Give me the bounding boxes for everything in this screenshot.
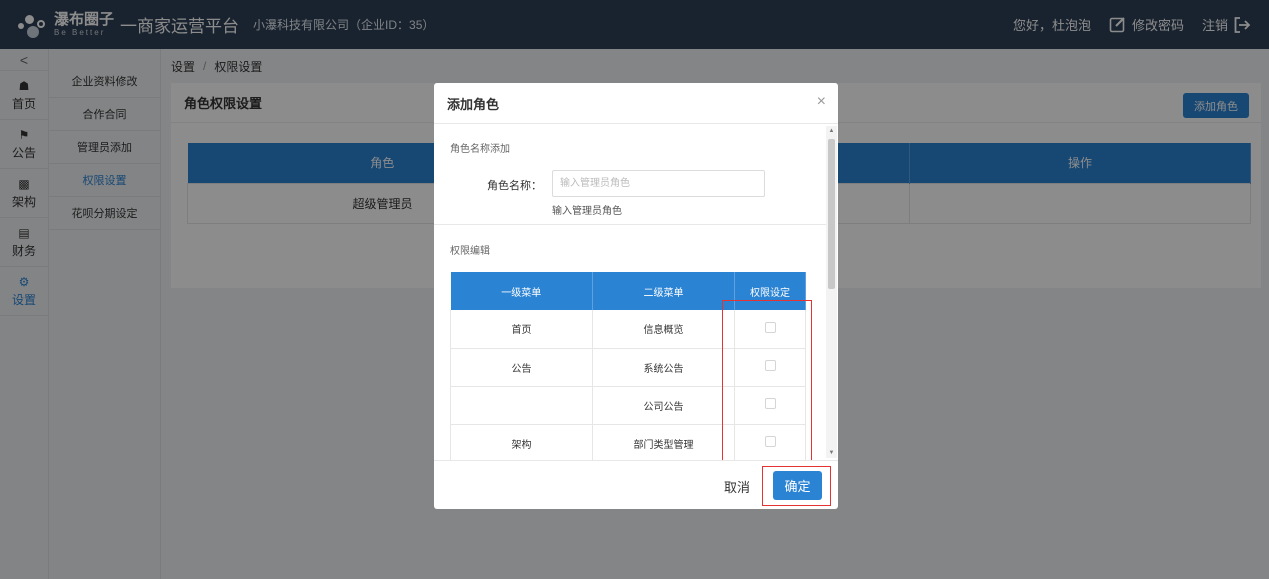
scroll-up-icon[interactable]: ▲ [826, 126, 837, 136]
permission-checkbox[interactable] [764, 398, 776, 409]
column-header: 一级菜单 [450, 272, 593, 310]
role-name-hint: 输入管理员角色 [552, 206, 622, 217]
table-cell: 架构 [450, 424, 593, 460]
add-role-dialog: 添加角色 × 角色名称添加 角色名称： 输入管理员角色 权限编辑 一级菜单 二级… [434, 83, 838, 509]
close-icon[interactable]: × [817, 94, 826, 110]
dialog-title: 添加角色 [434, 83, 838, 124]
role-name-input[interactable] [552, 170, 765, 197]
table-cell: 公司公告 [592, 386, 735, 425]
role-name-label: 角色名称： [487, 180, 542, 192]
scroll-thumb[interactable] [828, 139, 835, 289]
app-root: 瀑布圈子 Be Better 一商家运营平台 小瀑科技有限公司（企业ID：35）… [0, 0, 1269, 579]
table-cell [450, 386, 593, 425]
permission-checkbox[interactable] [764, 436, 776, 447]
dialog-scrollbar[interactable]: ▲ ▼ [826, 126, 837, 458]
scroll-down-icon[interactable]: ▼ [826, 448, 837, 458]
cancel-button[interactable]: 取消 [724, 477, 750, 496]
divider [434, 224, 826, 225]
dialog-body: 角色名称添加 角色名称： 输入管理员角色 权限编辑 一级菜单 二级菜单 权限设定 [434, 124, 826, 460]
dialog-footer: 取消 确定 [434, 460, 838, 509]
table-row: 公司公告 [450, 386, 806, 425]
perm-section-title: 权限编辑 [450, 246, 490, 257]
table-cell: 首页 [450, 310, 593, 349]
table-cell: 系统公告 [592, 348, 735, 387]
permission-cell [734, 424, 806, 460]
table-cell: 公告 [450, 348, 593, 387]
table-row: 首页 信息概览 [450, 310, 806, 349]
column-header: 二级菜单 [592, 272, 735, 310]
permission-cell [734, 386, 806, 425]
permission-checkbox[interactable] [764, 360, 776, 371]
table-cell: 部门类型管理 [592, 424, 735, 460]
permission-cell [734, 348, 806, 387]
table-row: 公告 系统公告 [450, 348, 806, 387]
role-name-row: 角色名称： [434, 170, 826, 198]
table-row: 架构 部门类型管理 [450, 424, 806, 460]
permission-checkbox[interactable] [764, 321, 776, 333]
role-section-title: 角色名称添加 [450, 144, 510, 155]
confirm-button[interactable]: 确定 [773, 471, 822, 500]
permission-cell [734, 310, 806, 349]
table-cell: 信息概览 [592, 310, 735, 349]
column-header: 权限设定 [734, 272, 806, 310]
permission-table: 一级菜单 二级菜单 权限设定 首页 信息概览 公告 系统公告 公司公告 架构 部… [450, 272, 806, 460]
